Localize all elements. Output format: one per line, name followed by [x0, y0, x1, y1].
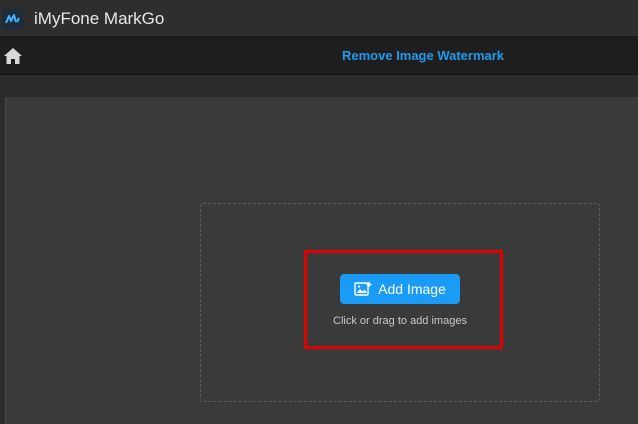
app-title: iMyFone MarkGo: [34, 9, 165, 28]
add-image-button[interactable]: Add Image: [340, 274, 460, 304]
markgo-logo-icon: [2, 8, 24, 30]
header-bar: Remove Image Watermark: [0, 37, 638, 75]
title-bar: iMyFone MarkGo: [0, 0, 638, 37]
drop-hint-text: Click or drag to add images: [333, 315, 467, 327]
add-image-label: Add Image: [378, 281, 446, 297]
home-icon[interactable]: [3, 46, 23, 66]
toolbar-spacer: [0, 75, 638, 97]
add-image-icon: [354, 281, 372, 297]
page-title: Remove Image Watermark: [341, 48, 505, 63]
